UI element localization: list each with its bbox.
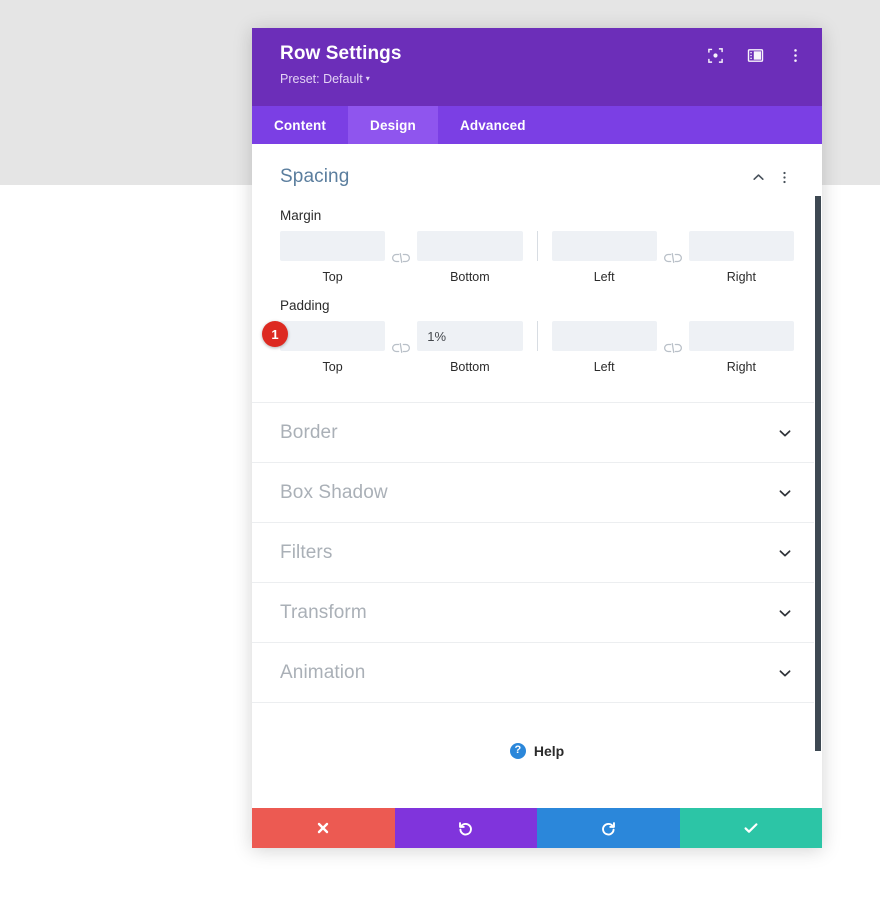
- settings-scroll-pane: Spacing Margin Top Bottom Left Right Pad…: [252, 144, 822, 808]
- save-button[interactable]: [679, 808, 822, 848]
- section-transform[interactable]: Transform: [252, 582, 822, 642]
- row-settings-modal: Row Settings Preset: Default ▾ Content D…: [252, 28, 822, 848]
- margin-bottom-input[interactable]: [417, 231, 523, 261]
- help-link[interactable]: ? Help: [252, 702, 822, 798]
- help-circle-icon: ?: [509, 742, 526, 759]
- section-box-shadow-title: Box Shadow: [280, 481, 388, 503]
- padding-top-input[interactable]: [280, 321, 386, 351]
- section-spacing-title: Spacing: [280, 166, 350, 187]
- padding-left-wrap: Left: [551, 321, 657, 374]
- padding-right-sublabel: Right: [726, 360, 756, 374]
- padding-label: Padding: [280, 298, 330, 313]
- padding-left-input[interactable]: [551, 321, 657, 351]
- more-options-icon[interactable]: [774, 167, 794, 187]
- padding-horizontal-pair: Left Right: [551, 321, 794, 374]
- margin-label: Margin: [280, 208, 322, 223]
- padding-top-sublabel: Top: [322, 360, 343, 374]
- padding-bottom-wrap: Bottom: [417, 321, 523, 374]
- section-animation-title: Animation: [280, 661, 366, 683]
- section-border[interactable]: Border: [252, 402, 822, 462]
- screen: Row Settings Preset: Default ▾ Content D…: [0, 0, 880, 902]
- chevron-down-icon[interactable]: [776, 664, 794, 682]
- preset-label: Preset: Default: [280, 72, 363, 86]
- modal-footer: [252, 808, 822, 848]
- margin-top-wrap: Top: [280, 231, 386, 284]
- focus-target-icon[interactable]: [706, 46, 724, 64]
- chevron-down-icon[interactable]: [776, 484, 794, 502]
- modal-header: Row Settings Preset: Default ▾: [252, 28, 822, 106]
- margin-bottom-sublabel: Bottom: [450, 270, 490, 284]
- margin-top-sublabel: Top: [322, 270, 343, 284]
- margin-left-input[interactable]: [551, 231, 657, 261]
- padding-bottom-sublabel: Bottom: [450, 360, 490, 374]
- more-options-icon[interactable]: [786, 46, 804, 64]
- margin-right-input[interactable]: [688, 231, 794, 261]
- chevron-down-icon[interactable]: [776, 544, 794, 562]
- padding-field-group: Padding 1 Top 1% Bottom Left Right: [262, 298, 794, 374]
- divider: [536, 231, 538, 261]
- margin-right-sublabel: Right: [726, 270, 756, 284]
- section-filters-title: Filters: [280, 541, 333, 563]
- panel-layout-icon[interactable]: [746, 46, 764, 64]
- section-transform-title: Transform: [280, 601, 367, 623]
- margin-bottom-wrap: Bottom: [417, 231, 523, 284]
- scrollbar-thumb[interactable]: [815, 196, 821, 751]
- margin-left-sublabel: Left: [593, 270, 615, 284]
- tab-design[interactable]: Design: [348, 106, 438, 144]
- margin-right-wrap: Right: [688, 231, 794, 284]
- chevron-down-icon[interactable]: [776, 424, 794, 442]
- tab-advanced[interactable]: Advanced: [438, 106, 548, 144]
- step-badge: 1: [262, 321, 288, 347]
- undo-button[interactable]: [394, 808, 537, 848]
- margin-inputs: Top Bottom Left Right: [280, 231, 794, 284]
- link-values-icon[interactable]: [657, 333, 689, 363]
- tab-content[interactable]: Content: [252, 106, 348, 144]
- margin-left-wrap: Left: [551, 231, 657, 284]
- tab-bar: Content Design Advanced: [252, 106, 822, 144]
- section-animation[interactable]: Animation: [252, 642, 822, 702]
- padding-right-input[interactable]: [688, 321, 794, 351]
- padding-bottom-input[interactable]: [417, 321, 523, 351]
- cancel-button[interactable]: [252, 808, 395, 848]
- redo-button[interactable]: [537, 808, 680, 848]
- padding-vertical-pair: Top 1% Bottom: [280, 321, 523, 374]
- scrollbar-track[interactable]: [814, 144, 822, 808]
- link-values-icon[interactable]: [657, 243, 689, 273]
- section-border-title: Border: [280, 421, 338, 443]
- margin-horizontal-pair: Left Right: [551, 231, 794, 284]
- margin-vertical-pair: Top Bottom: [280, 231, 523, 284]
- section-spacing-header[interactable]: Spacing: [280, 144, 794, 194]
- section-box-shadow[interactable]: Box Shadow: [252, 462, 822, 522]
- divider: [536, 321, 538, 351]
- margin-top-input[interactable]: [280, 231, 386, 261]
- margin-field-group: Margin Top Bottom Left Right: [280, 208, 794, 284]
- padding-left-sublabel: Left: [593, 360, 615, 374]
- padding-inputs: 1 Top 1% Bottom Left Right: [262, 321, 794, 374]
- chevron-up-icon[interactable]: [748, 167, 768, 187]
- preset-selector[interactable]: Preset: Default ▾: [280, 71, 370, 87]
- link-values-icon[interactable]: [385, 243, 417, 273]
- chevron-down-icon[interactable]: [776, 604, 794, 622]
- header-icon-group: [706, 46, 804, 64]
- settings-body: Spacing Margin Top Bottom Left Right Pad…: [252, 144, 822, 808]
- padding-right-wrap: Right: [688, 321, 794, 374]
- section-filters[interactable]: Filters: [252, 522, 822, 582]
- help-label: Help: [533, 742, 565, 759]
- padding-top-wrap: Top: [280, 321, 386, 374]
- section-spacing: Spacing Margin Top Bottom Left Right Pad…: [252, 144, 822, 402]
- chevron-down-icon: ▾: [365, 74, 370, 83]
- link-values-icon[interactable]: [385, 333, 417, 363]
